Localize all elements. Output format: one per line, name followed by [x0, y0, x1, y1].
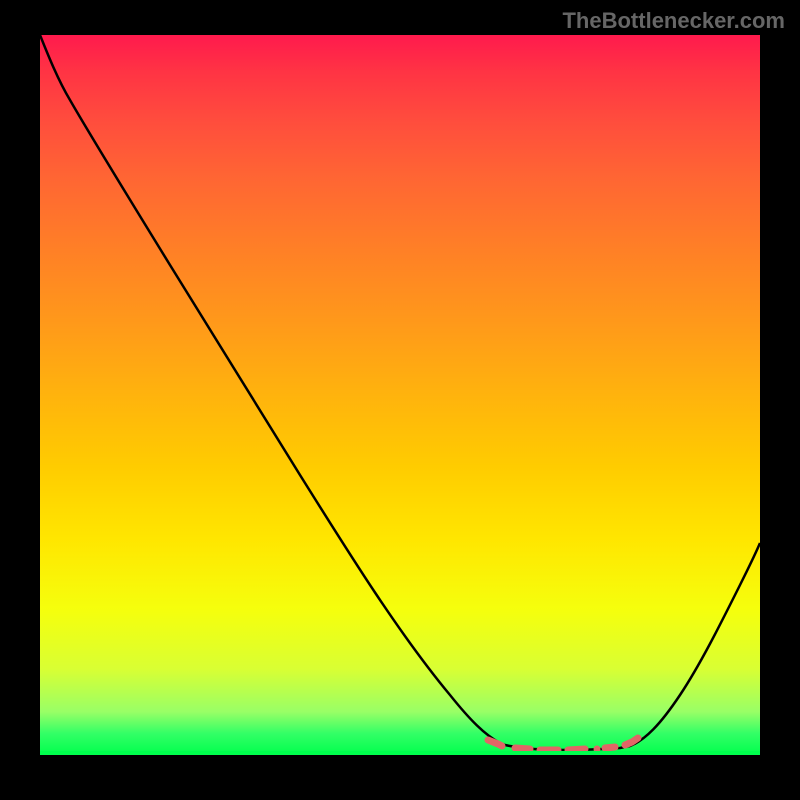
main-curve — [40, 35, 760, 750]
curve-plot — [40, 35, 760, 755]
watermark-text: TheBottleneсker.com — [562, 8, 785, 34]
chart-container — [40, 35, 760, 755]
bottom-edge — [40, 751, 760, 755]
